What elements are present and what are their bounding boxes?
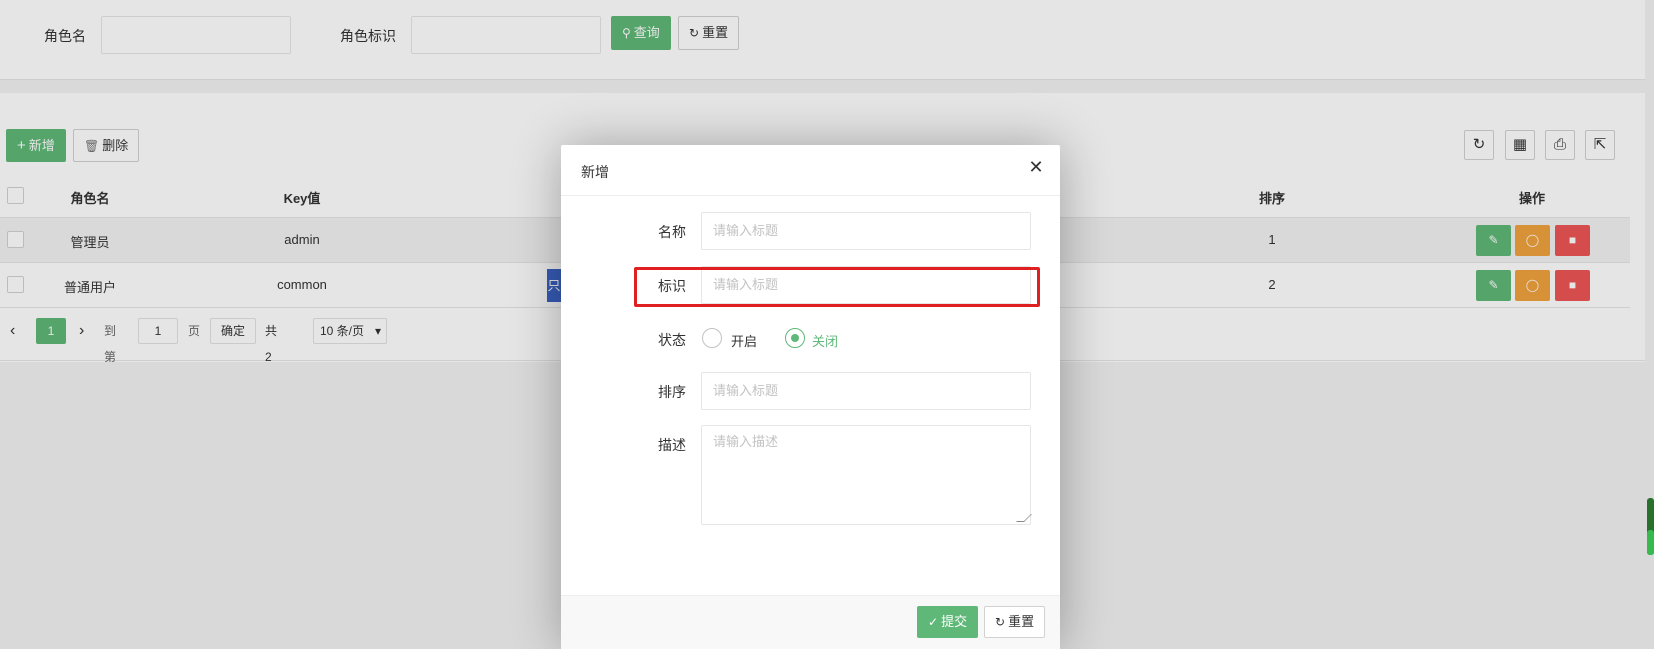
status-off-label[interactable]: 关闭 bbox=[812, 331, 838, 350]
resize-handle-icon[interactable] bbox=[1016, 514, 1032, 522]
check-icon: ✓ bbox=[928, 615, 939, 629]
submit-button[interactable]: ✓ 提交 bbox=[917, 606, 979, 638]
desc-label: 描述 bbox=[658, 437, 686, 453]
name-input[interactable]: 请输入标题 bbox=[701, 212, 1031, 250]
status-on-label[interactable]: 开启 bbox=[731, 331, 757, 350]
dialog-footer: ✓ 提交 ↻ 重置 bbox=[561, 595, 1060, 649]
name-placeholder: 请输入标题 bbox=[713, 223, 779, 238]
submit-button-label: 提交 bbox=[941, 614, 968, 629]
status-off-radio[interactable] bbox=[785, 328, 805, 348]
desc-placeholder: 请输入描述 bbox=[713, 434, 779, 449]
status-label: 状态 bbox=[658, 332, 686, 348]
key-field-highlight bbox=[634, 267, 1040, 307]
sort-placeholder: 请输入标题 bbox=[713, 383, 779, 398]
add-role-dialog: 新增 ✕ 名称 请输入标题 标识 请输入标题 状态 开启 关闭 排序 请输入标题… bbox=[561, 145, 1060, 649]
dialog-header: 新增 ✕ bbox=[561, 145, 1060, 196]
form-reset-button-label: 重置 bbox=[1008, 614, 1035, 629]
desc-textarea[interactable]: 请输入描述 bbox=[701, 425, 1032, 525]
sort-input[interactable]: 请输入标题 bbox=[701, 372, 1031, 410]
form-reset-button[interactable]: ↻ 重置 bbox=[984, 606, 1046, 638]
close-icon[interactable]: ✕ bbox=[1028, 158, 1044, 176]
name-label: 名称 bbox=[658, 224, 686, 240]
status-on-radio[interactable] bbox=[702, 328, 722, 348]
sort-label: 排序 bbox=[658, 384, 686, 400]
dialog-title: 新增 bbox=[581, 164, 609, 180]
refresh-icon: ↻ bbox=[995, 615, 1006, 629]
